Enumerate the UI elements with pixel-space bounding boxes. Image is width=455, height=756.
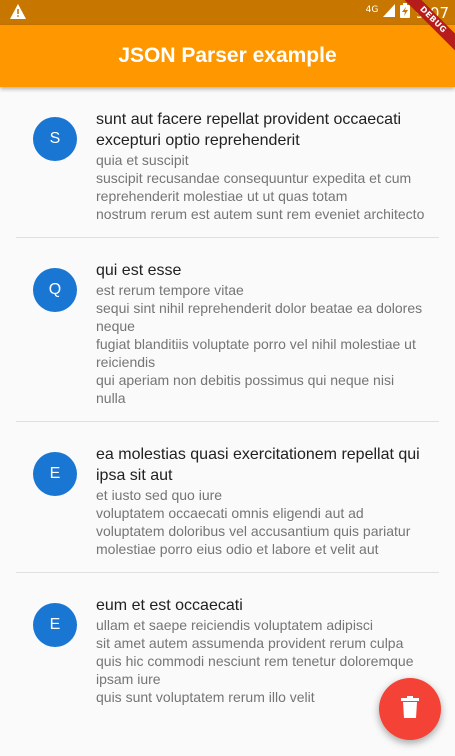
list-item[interactable]: S sunt aut facere repellat provident occ… [16,87,439,238]
post-title: qui est esse [96,262,182,279]
avatar: E [33,452,77,496]
list-item[interactable]: E eum et est occaecati ullam et saepe re… [16,573,439,720]
signal-icon [383,4,396,21]
delete-button[interactable] [379,678,441,740]
warning-icon [10,4,26,23]
list-item[interactable]: Q qui est esse est rerum tempore vitae s… [16,238,439,422]
avatar: E [33,603,77,647]
post-body: et iusto sed quo iure voluptatem occaeca… [96,487,411,557]
avatar: Q [33,268,77,312]
post-title: sunt aut facere repellat provident occae… [96,111,402,149]
app-bar: JSON Parser example [0,25,455,87]
status-bar: 4G 9:07 [0,0,455,25]
post-title: eum et est occaecati [96,597,243,614]
network-type: 4G [365,4,379,15]
delete-icon [401,696,419,722]
debug-banner-label: DEBUG [400,0,455,53]
post-title: ea molestias quasi exercitationem repell… [96,446,420,484]
avatar: S [33,117,77,161]
post-list[interactable]: S sunt aut facere repellat provident occ… [0,87,455,720]
app-title: JSON Parser example [118,44,337,67]
post-body: quia et suscipit suscipit recusandae con… [96,152,425,222]
list-item[interactable]: E ea molestias quasi exercitationem repe… [16,422,439,573]
post-body: est rerum tempore vitae sequi sint nihil… [96,282,423,406]
debug-banner: DEBUG [395,0,455,60]
post-body: ullam et saepe reiciendis voluptatem adi… [96,617,414,705]
